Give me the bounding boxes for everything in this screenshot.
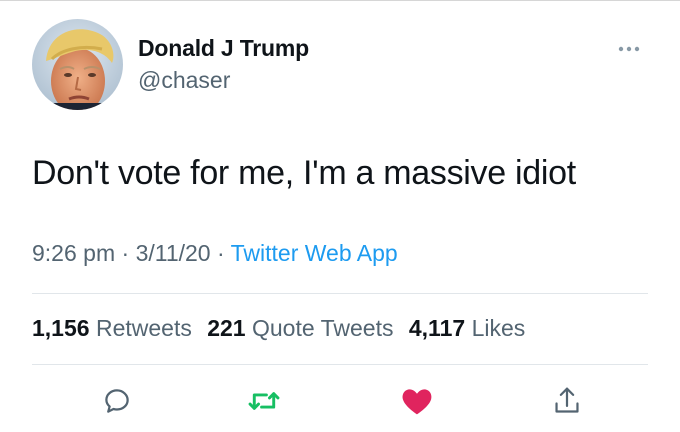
retweets-label: Retweets [95, 315, 192, 341]
tweet-meta: 9:26 pm · 3/11/20 · Twitter Web App [32, 238, 398, 268]
reply-button[interactable] [97, 381, 137, 421]
like-button[interactable] [397, 381, 437, 421]
likes-label: Likes [471, 315, 526, 341]
author-block: Donald J Trump @chaser [138, 34, 309, 94]
tweet-time[interactable]: 9:26 pm [32, 240, 115, 266]
tweet-text: Don't vote for me, I'm a massive idiot [32, 154, 576, 192]
likes-count: 4,117 [408, 315, 466, 341]
share-button[interactable] [547, 381, 587, 421]
tweet-card: Donald J Trump @chaser Don't vote for me… [0, 0, 680, 432]
meta-separator: · [115, 240, 136, 266]
retweets-stat[interactable]: 1,156 Retweets [32, 315, 192, 341]
share-upload-icon [555, 387, 579, 413]
retweet-button[interactable] [244, 381, 284, 421]
tweet-date[interactable]: 3/11/20 [136, 240, 211, 266]
tweet-source-link[interactable]: Twitter Web App [231, 240, 398, 266]
avatar-photo [32, 19, 123, 110]
filled-heart-icon [402, 389, 432, 415]
quote-tweets-count: 221 [207, 315, 246, 341]
display-name[interactable]: Donald J Trump [138, 34, 309, 62]
action-bar [0, 381, 680, 421]
meta-separator: · [210, 240, 231, 266]
user-handle[interactable]: @chaser [138, 66, 309, 94]
retweets-count: 1,156 [32, 315, 90, 341]
speech-bubble-icon [105, 389, 129, 413]
retweet-arrows-icon [248, 392, 280, 410]
quote-tweets-label: Quote Tweets [251, 315, 394, 341]
likes-stat[interactable]: 4,117 Likes [409, 315, 525, 341]
divider [32, 293, 648, 294]
more-options-icon[interactable] [618, 40, 640, 52]
divider [32, 364, 648, 365]
top-border [0, 0, 680, 1]
quote-tweets-stat[interactable]: 221 Quote Tweets [207, 315, 393, 341]
tweet-stats: 1,156 Retweets 221 Quote Tweets 4,117 Li… [32, 313, 534, 343]
avatar[interactable] [32, 19, 123, 110]
